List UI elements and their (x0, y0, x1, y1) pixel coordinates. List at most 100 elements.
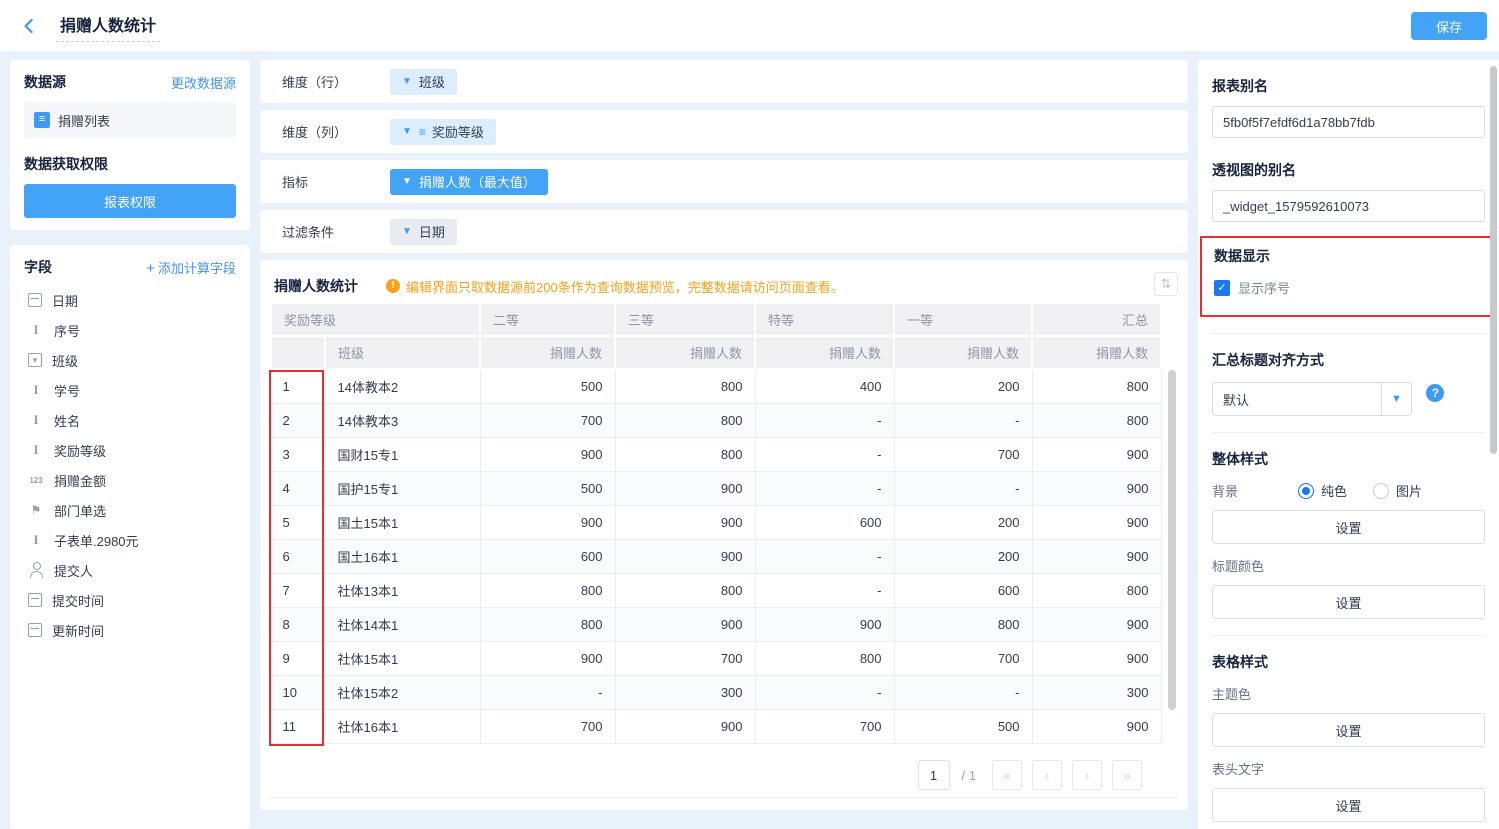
text-icon (28, 322, 44, 338)
value-cell: 900 (1032, 641, 1161, 675)
value-cell: - (755, 675, 894, 709)
value-cell: 900 (1032, 607, 1161, 641)
page-number-input[interactable] (918, 760, 950, 790)
filter-tag[interactable]: ▼日期 (390, 219, 457, 245)
chevron-down-icon: ▼ (1381, 383, 1411, 415)
value-cell: 900 (480, 437, 615, 471)
field-item-update-time[interactable]: 更新时间 (24, 615, 236, 645)
prev-page-button[interactable]: ‹ (1032, 760, 1062, 790)
page-total-label: / 1 (962, 768, 976, 783)
preview-title: 捐赠人数统计 (274, 276, 358, 296)
metric-tag[interactable]: ▼捐赠人数（最大值） (390, 169, 548, 195)
field-label: 姓名 (54, 411, 80, 430)
report-alias-label: 报表别名 (1212, 76, 1485, 96)
field-item-student-no[interactable]: 学号 (24, 375, 236, 405)
add-calc-field-link[interactable]: +添加计算字段 (146, 258, 236, 277)
preview-panel: 捐赠人数统计 ! 编辑界面只取数据源前200条作为查询数据预览，完整数据请访问页… (260, 260, 1188, 810)
class-name-cell: 社体14本1 (325, 607, 480, 641)
image-radio[interactable]: 图片 (1373, 481, 1422, 500)
field-item-submitter[interactable]: 提交人 (24, 555, 236, 585)
chevron-down-icon: ▼ (402, 76, 412, 87)
table-row: 4 国护15专1 500 900 - - 900 (271, 471, 1161, 505)
class-name-cell: 国土16本1 (325, 539, 480, 573)
pivot-alias-input[interactable] (1212, 190, 1485, 222)
serial-cell: 11 (271, 709, 325, 743)
serial-cell: 6 (271, 539, 325, 573)
value-cell: - (894, 471, 1032, 505)
select-icon (28, 353, 42, 367)
value-cell: 800 (755, 641, 894, 675)
field-item-serial[interactable]: 序号 (24, 315, 236, 345)
value-cell: 900 (615, 539, 755, 573)
serial-cell: 9 (271, 641, 325, 675)
value-cell: 900 (1032, 471, 1161, 505)
change-datasource-link[interactable]: 更改数据源 (171, 73, 236, 92)
field-item-donation-amount[interactable]: 捐赠金额 (24, 465, 236, 495)
value-cell: 900 (1032, 539, 1161, 573)
title-color-set-button[interactable]: 设置 (1212, 585, 1485, 619)
class-name-cell: 社体16本1 (325, 709, 480, 743)
metric-label: 指标 (282, 172, 390, 191)
value-cell: - (894, 675, 1032, 709)
serial-header-cell (271, 336, 325, 369)
annotation-box-data-display: 数据显示 ✓ 显示序号 (1200, 236, 1497, 317)
value-cell: 800 (615, 573, 755, 607)
field-item-award-level[interactable]: 奖励等级 (24, 435, 236, 465)
class-name-cell: 社体13本1 (325, 573, 480, 607)
show-serial-checkbox-row[interactable]: ✓ 显示序号 (1214, 278, 1483, 297)
settings-panel-scrollbar[interactable] (1490, 66, 1497, 454)
row-dimension-label: 维度（行） (282, 72, 390, 91)
sort-icon[interactable]: ⇅ (1154, 272, 1178, 296)
radio-unselected-icon (1373, 483, 1389, 499)
serial-cell: 7 (271, 573, 325, 607)
field-item-submit-time[interactable]: 提交时间 (24, 585, 236, 615)
header-text-set-button[interactable]: 设置 (1212, 788, 1485, 822)
image-label: 图片 (1396, 481, 1422, 500)
metric-header-cell: 捐赠人数 (755, 336, 894, 369)
chevron-down-icon: ▼ (402, 226, 412, 237)
back-button[interactable] (16, 13, 42, 39)
checkbox-checked-icon[interactable]: ✓ (1214, 280, 1230, 296)
field-item-subform[interactable]: 子表单.2980元 (24, 525, 236, 555)
class-name-cell: 社体15本1 (325, 641, 480, 675)
serial-cell: 10 (271, 675, 325, 709)
background-set-button[interactable]: 设置 (1212, 510, 1485, 544)
theme-color-set-button[interactable]: 设置 (1212, 713, 1485, 747)
field-item-class[interactable]: 班级 (24, 345, 236, 375)
first-page-button[interactable]: « (992, 760, 1022, 790)
field-label: 部门单选 (54, 501, 106, 520)
summary-align-select[interactable]: 默认 ▼ (1212, 382, 1412, 416)
field-item-name[interactable]: 姓名 (24, 405, 236, 435)
row-dimension-tag[interactable]: ▼班级 (390, 69, 457, 95)
class-name-cell: 国土15本1 (325, 505, 480, 539)
add-calc-field-label: 添加计算字段 (158, 261, 236, 276)
chevron-down-icon: ▼ (402, 176, 412, 187)
datasource-panel: 数据源 更改数据源 ≡ 捐赠列表 数据获取权限 报表权限 (10, 60, 250, 230)
datasource-item[interactable]: ≡ 捐赠列表 (24, 102, 236, 138)
value-cell: - (894, 403, 1032, 437)
text-icon (28, 412, 44, 428)
table-vertical-scrollbar[interactable] (1168, 370, 1176, 710)
show-serial-label[interactable]: 显示序号 (1238, 278, 1290, 297)
field-item-department[interactable]: 部门单选 (24, 495, 236, 525)
table-row: 5 国土15本1 900 900 600 200 900 (271, 505, 1161, 539)
value-cell: 900 (615, 471, 755, 505)
next-page-button[interactable]: › (1072, 760, 1102, 790)
column-dimension-tag[interactable]: ▼≡奖励等级 (390, 119, 496, 145)
data-display-label: 数据显示 (1214, 246, 1483, 266)
page-title[interactable]: 捐赠人数统计 (56, 10, 160, 42)
report-alias-input[interactable] (1212, 106, 1485, 138)
metric-row: 指标 ▼捐赠人数（最大值） (260, 160, 1188, 203)
value-cell: 800 (480, 573, 615, 607)
solid-color-radio[interactable]: 纯色 (1298, 481, 1347, 500)
table-row: 1 14体教本2 500 800 400 200 800 (271, 369, 1161, 403)
report-permission-button[interactable]: 报表权限 (24, 184, 236, 218)
help-icon[interactable]: ? (1426, 384, 1444, 402)
save-button[interactable]: 保存 (1411, 12, 1487, 40)
divider (1212, 635, 1485, 636)
class-name-cell: 14体教本3 (325, 403, 480, 437)
field-item-date[interactable]: 日期 (24, 285, 236, 315)
column-dimension-value: 奖励等级 (432, 122, 484, 141)
last-page-button[interactable]: » (1112, 760, 1142, 790)
value-cell: 600 (894, 573, 1032, 607)
